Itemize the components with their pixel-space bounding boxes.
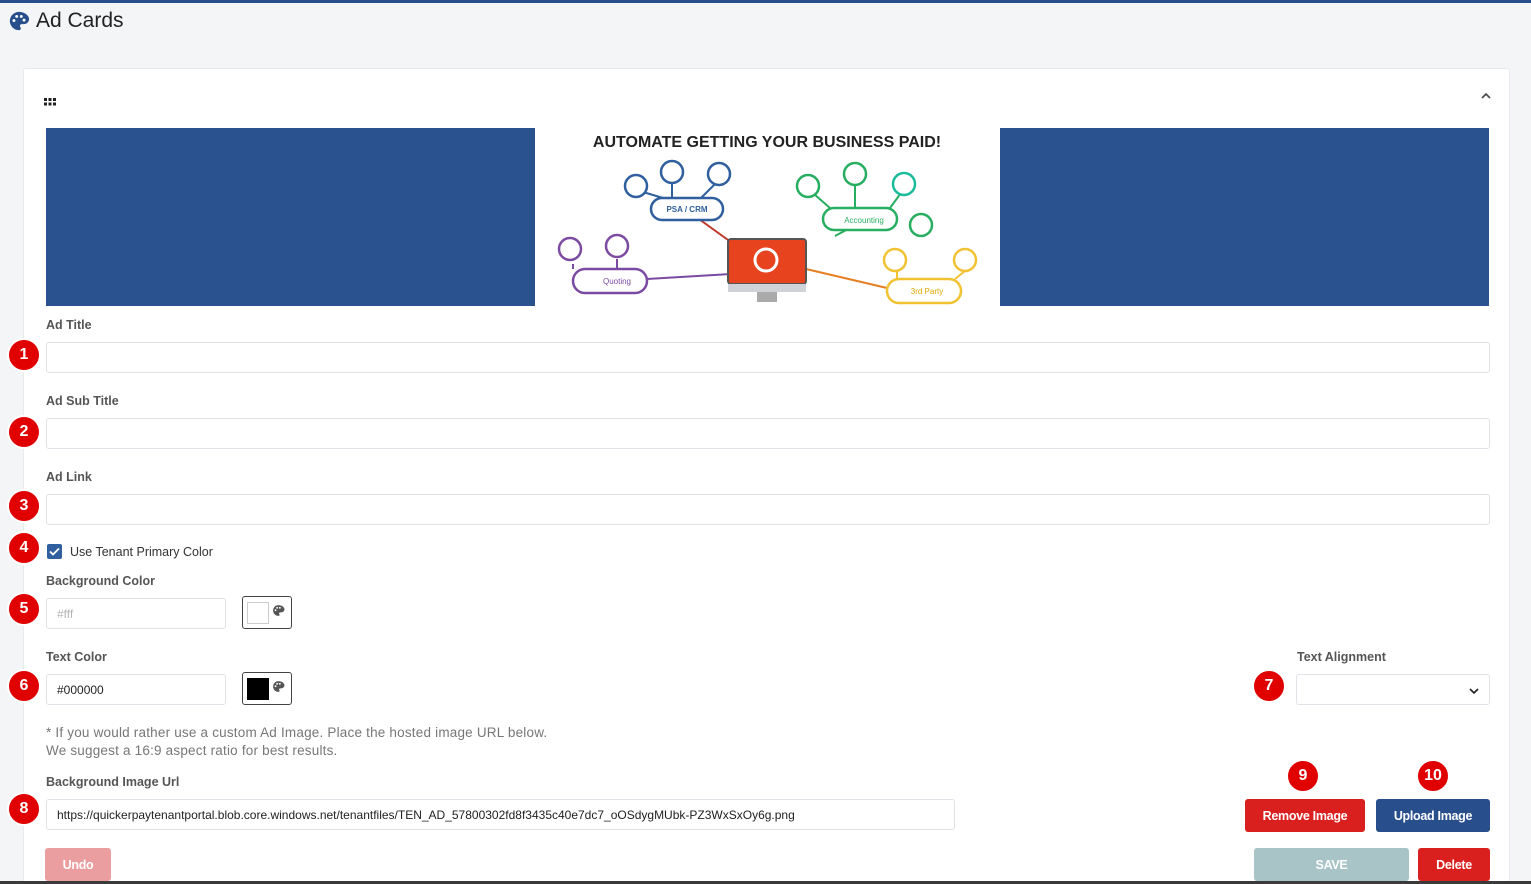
banner-node-quoting: Quoting (603, 277, 631, 286)
palette-icon (8, 10, 30, 32)
text-color-input[interactable] (46, 674, 226, 705)
page-title: Ad Cards (8, 9, 124, 33)
background-color-label: Background Color (46, 574, 156, 588)
ad-title-label: Ad Title (46, 318, 92, 332)
drag-handle-icon[interactable] (44, 93, 56, 111)
use-tenant-primary-color-row: Use Tenant Primary Color (47, 544, 213, 559)
text-color-picker-button[interactable] (242, 672, 292, 705)
palette-icon (272, 604, 285, 622)
annotation-badge-2: 2 (7, 415, 41, 449)
chevron-down-icon (1468, 684, 1480, 702)
use-tenant-primary-color-checkbox[interactable] (47, 544, 62, 559)
page-title-text: Ad Cards (36, 9, 124, 32)
background-color-swatch (247, 601, 269, 624)
custom-image-note-line1: * If you would rather use a custom Ad Im… (46, 725, 548, 740)
annotation-badge-7: 7 (1252, 669, 1286, 703)
text-alignment-select[interactable] (1296, 674, 1490, 705)
ad-title-input[interactable] (46, 342, 1490, 373)
custom-image-note-line2: We suggest a 16:9 aspect ratio for best … (46, 743, 338, 758)
remove-image-button[interactable]: Remove Image (1245, 799, 1365, 832)
background-color-picker-button[interactable] (242, 596, 292, 629)
background-color-input[interactable] (46, 598, 226, 629)
delete-button[interactable]: Delete (1418, 848, 1490, 881)
banner-node-accounting: Accounting (844, 216, 884, 225)
banner-node-psa: PSA / CRM (666, 205, 707, 214)
annotation-badge-4: 4 (7, 531, 41, 565)
text-color-swatch (247, 677, 269, 700)
annotation-badge-5: 5 (7, 592, 41, 626)
banner-headline: AUTOMATE GETTING YOUR BUSINESS PAID! (593, 134, 941, 151)
collapse-chevron-up-icon[interactable] (1479, 89, 1493, 108)
ad-link-input[interactable] (46, 494, 1490, 525)
ad-preview-image: AUTOMATE GETTING YOUR BUSINESS PAID! PSA… (535, 128, 1000, 306)
ad-link-label: Ad Link (46, 470, 92, 484)
annotation-badge-3: 3 (7, 489, 41, 523)
checkmark-icon (49, 547, 60, 556)
upload-image-button[interactable]: Upload Image (1376, 799, 1490, 832)
ad-sub-title-input[interactable] (46, 418, 1490, 449)
banner-node-third-party: 3rd Party (911, 287, 943, 296)
custom-image-note: * If you would rather use a custom Ad Im… (46, 724, 547, 760)
annotation-badge-10: 10 (1416, 759, 1450, 793)
annotation-badge-6: 6 (7, 669, 41, 703)
use-tenant-primary-color-label: Use Tenant Primary Color (70, 544, 213, 559)
save-button[interactable]: SAVE (1254, 848, 1409, 881)
text-alignment-label: Text Alignment (1297, 650, 1386, 664)
ad-sub-title-label: Ad Sub Title (46, 394, 119, 408)
annotation-badge-1: 1 (7, 338, 41, 372)
undo-button[interactable]: Undo (45, 848, 111, 881)
text-color-label: Text Color (46, 650, 107, 664)
top-accent-bar (0, 0, 1531, 3)
background-image-url-input[interactable] (46, 799, 955, 830)
annotation-badge-9: 9 (1286, 759, 1320, 793)
background-image-url-label: Background Image Url (46, 775, 180, 789)
palette-icon (272, 680, 285, 698)
monitor-screen (727, 238, 807, 285)
annotation-badge-8: 8 (7, 792, 41, 826)
